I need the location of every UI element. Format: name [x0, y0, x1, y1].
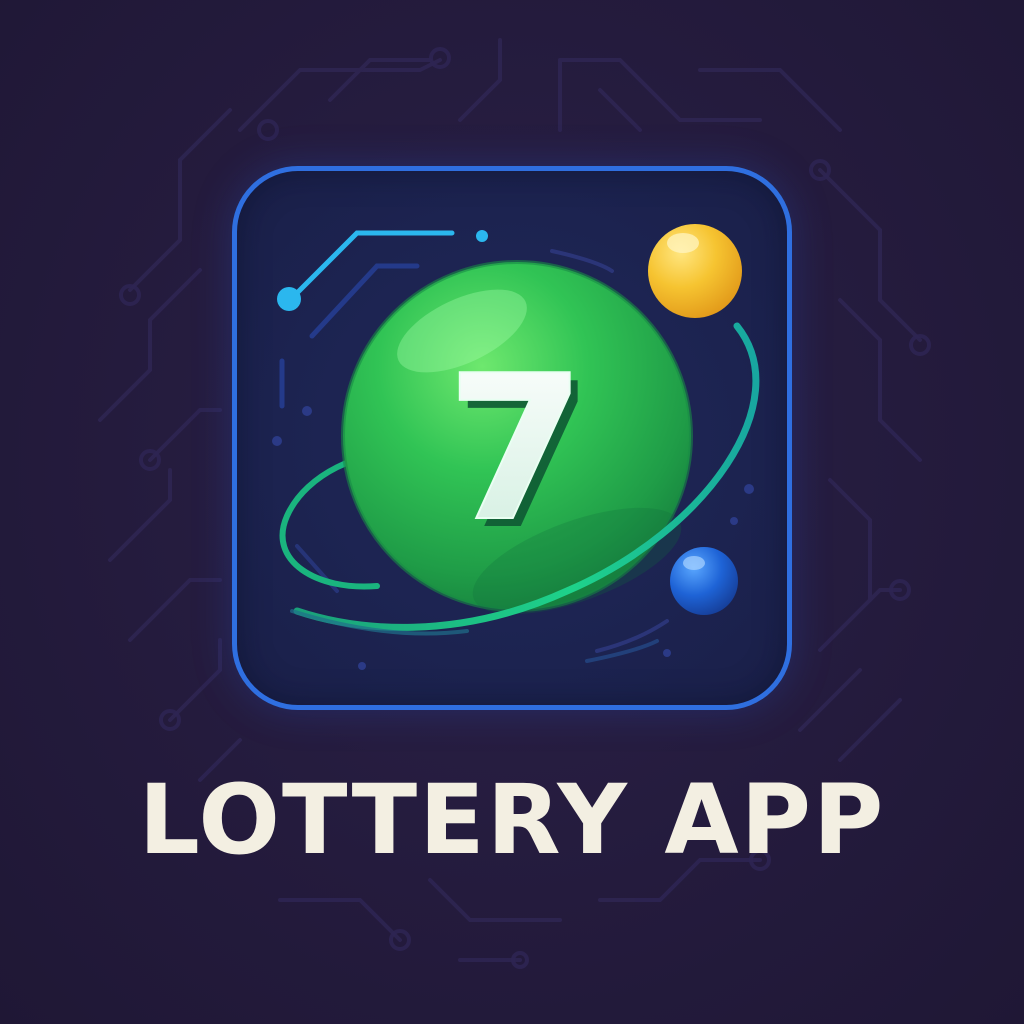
ball-number-seven-face: 7 [446, 333, 585, 566]
lottery-ball-logo-icon: 7 7 [272, 224, 760, 670]
app-icon-tile: 7 7 [232, 166, 792, 710]
blue-ball-icon [670, 547, 738, 615]
yellow-ball-icon [648, 224, 742, 318]
app-logo-canvas: 7 7 LOTTERY APP [0, 0, 1024, 1024]
app-title: LOTTERY APP [138, 764, 886, 876]
